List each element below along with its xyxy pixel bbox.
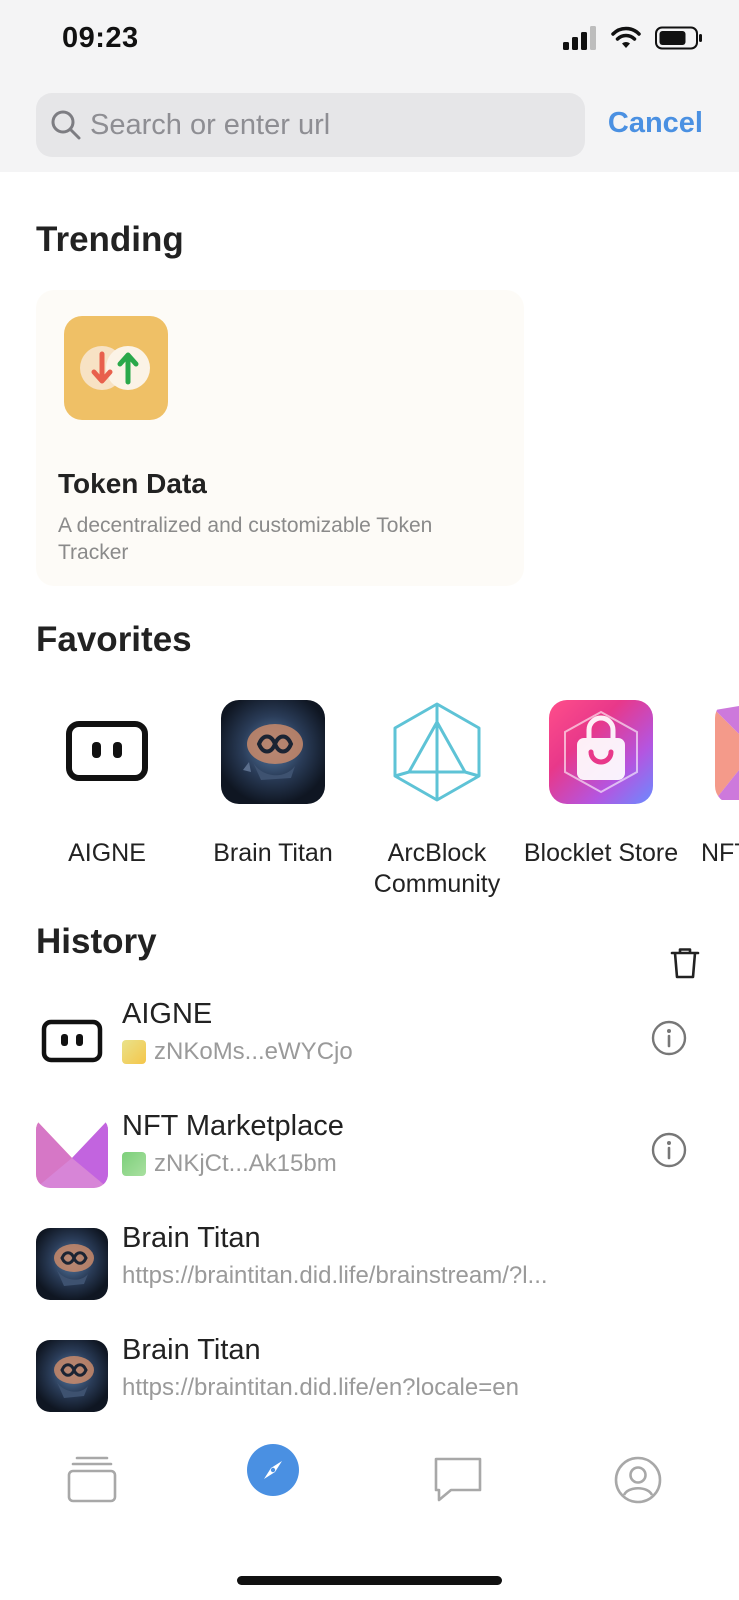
history-item-did: zNKjCt...Ak15bm bbox=[154, 1150, 337, 1177]
profile-icon bbox=[614, 1456, 662, 1504]
search-input[interactable] bbox=[90, 93, 570, 157]
brain-titan-logo-icon bbox=[36, 1340, 108, 1412]
history-item-subtitle: https://braintitan.did.life/en?locale=en bbox=[122, 1374, 519, 1402]
history-item-title: AIGNE bbox=[122, 998, 213, 1030]
favorite-item-aigne[interactable]: AIGNE bbox=[27, 700, 187, 869]
favorite-item-blocklet-store[interactable]: Blocklet Store bbox=[521, 700, 681, 869]
tab-explore[interactable] bbox=[247, 1444, 299, 1496]
favorite-item-nft[interactable]: NFT bbox=[685, 700, 739, 869]
cards-stack-icon bbox=[67, 1456, 117, 1503]
favorite-label: ArcBlock Community bbox=[373, 839, 501, 898]
nft-marketplace-logo-icon bbox=[36, 1116, 108, 1188]
trending-card-token-data[interactable]: Token Data A decentralized and customiza… bbox=[36, 290, 524, 586]
history-item-subtitle: zNKoMs...eWYCjo bbox=[122, 1038, 353, 1066]
history-title: History bbox=[36, 922, 157, 961]
bottom-tab-bar bbox=[0, 1444, 739, 1550]
compass-icon bbox=[264, 1461, 282, 1479]
info-icon[interactable] bbox=[651, 1020, 687, 1056]
brain-titan-logo-icon bbox=[221, 700, 325, 804]
search-box[interactable] bbox=[36, 93, 585, 157]
blocklet-store-logo-icon bbox=[549, 700, 653, 804]
tab-profile[interactable] bbox=[608, 1450, 668, 1510]
home-indicator bbox=[237, 1576, 502, 1585]
tab-messages[interactable] bbox=[428, 1450, 488, 1510]
history-item-aigne[interactable]: AIGNE zNKoMs...eWYCjo bbox=[36, 998, 703, 1078]
search-icon bbox=[51, 110, 81, 140]
history-item-url: https://braintitan.did.life/en?locale=en bbox=[122, 1374, 519, 1401]
status-icons bbox=[563, 26, 703, 50]
cancel-button[interactable]: Cancel bbox=[608, 107, 703, 140]
history-item-brain-titan[interactable]: Brain Titan https://braintitan.did.life/… bbox=[36, 1334, 703, 1414]
trending-card-name: Token Data bbox=[58, 468, 207, 499]
aigne-logo-icon bbox=[55, 700, 159, 804]
history-item-did: zNKoMs...eWYCjo bbox=[154, 1038, 353, 1065]
history-item-title: Brain Titan bbox=[122, 1334, 261, 1366]
brain-titan-logo-icon bbox=[36, 1228, 108, 1300]
history-item-title: Brain Titan bbox=[122, 1222, 261, 1254]
token-data-icon bbox=[64, 316, 168, 420]
favorite-item-arcblock-community[interactable]: ArcBlock Community bbox=[357, 700, 517, 900]
history-item-brain-titan[interactable]: Brain Titan https://braintitan.did.life/… bbox=[36, 1222, 703, 1302]
wifi-icon bbox=[611, 26, 641, 48]
aigne-logo-icon bbox=[36, 1004, 108, 1076]
arcblock-community-logo-icon bbox=[385, 700, 489, 804]
did-badge-icon bbox=[122, 1152, 146, 1176]
history-item-subtitle: https://braintitan.did.life/brainstream/… bbox=[122, 1262, 548, 1290]
signal-icon bbox=[563, 26, 596, 50]
favorites-title: Favorites bbox=[36, 620, 192, 659]
tab-wallet[interactable] bbox=[62, 1450, 122, 1510]
history-item-nft-marketplace[interactable]: NFT Marketplace zNKjCt...Ak15bm bbox=[36, 1110, 703, 1190]
search-row: Cancel bbox=[36, 93, 703, 157]
favorite-label: NFT bbox=[701, 839, 739, 867]
favorite-item-brain-titan[interactable]: Brain Titan bbox=[193, 700, 353, 869]
did-badge-icon bbox=[122, 1040, 146, 1064]
history-item-url: https://braintitan.did.life/brainstream/… bbox=[122, 1262, 548, 1289]
trending-title: Trending bbox=[36, 220, 184, 259]
favorite-label: Blocklet Store bbox=[523, 839, 679, 867]
battery-icon bbox=[655, 26, 702, 50]
info-icon[interactable] bbox=[651, 1132, 687, 1168]
status-bar: 09:23 bbox=[0, 0, 739, 80]
nft-marketplace-logo-icon bbox=[715, 700, 739, 804]
trash-icon[interactable] bbox=[669, 946, 701, 980]
chat-bubble-icon bbox=[434, 1457, 482, 1502]
favorites-row: AIGNE Brain Titan ArcBlock Community Blo… bbox=[0, 700, 739, 900]
history-item-title: NFT Marketplace bbox=[122, 1110, 344, 1142]
history-item-subtitle: zNKjCt...Ak15bm bbox=[122, 1150, 337, 1178]
favorite-label: AIGNE bbox=[68, 839, 146, 867]
status-time: 09:23 bbox=[62, 22, 139, 54]
favorite-label: Brain Titan bbox=[213, 839, 333, 867]
trending-card-description: A decentralized and customizable Token T… bbox=[58, 514, 433, 564]
